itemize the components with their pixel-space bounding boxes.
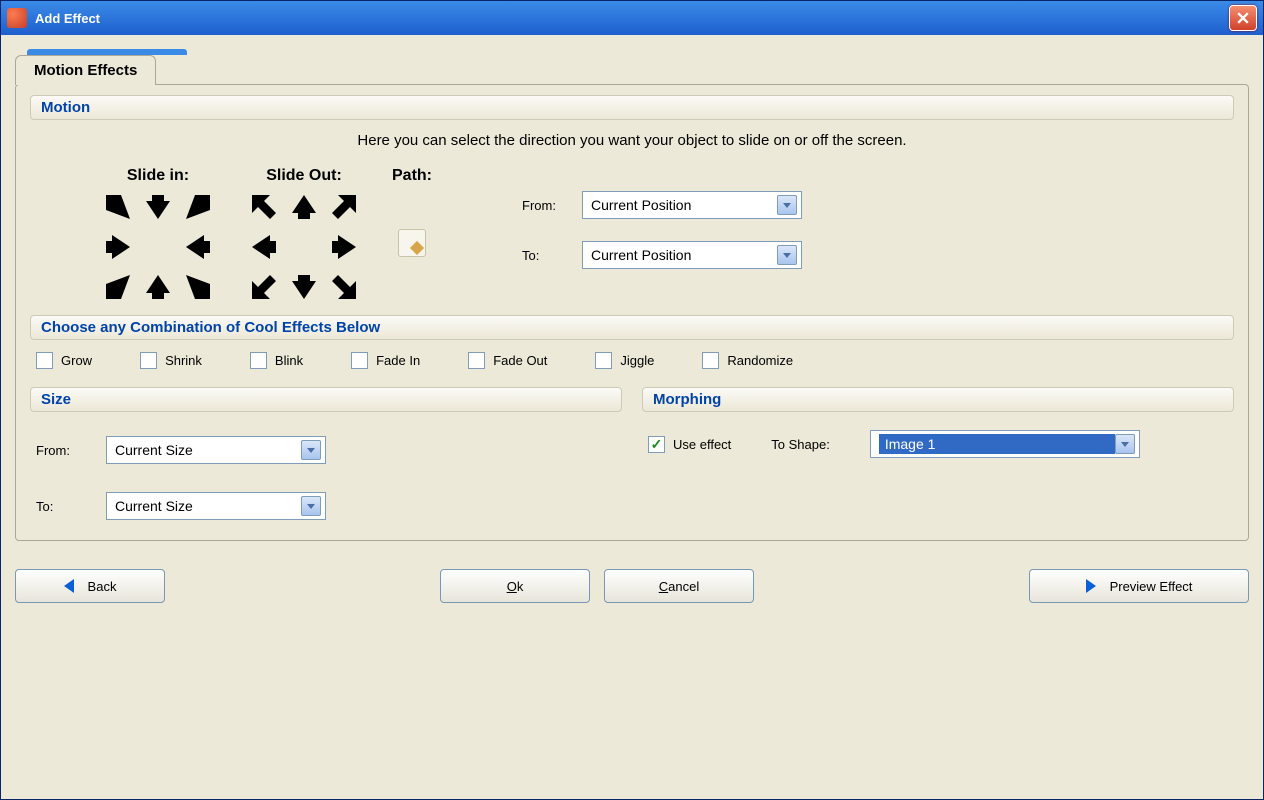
checkbox-blink[interactable]: Blink bbox=[250, 352, 303, 369]
slide-out-top-right[interactable] bbox=[326, 189, 362, 225]
slide-out-right[interactable] bbox=[326, 229, 362, 265]
checkbox-jiggle[interactable]: Jiggle bbox=[595, 352, 654, 369]
size-to-label: To: bbox=[36, 499, 106, 514]
slide-in-bottom-left[interactable] bbox=[100, 269, 136, 305]
slide-out-bottom-right[interactable] bbox=[326, 269, 362, 305]
slide-in-right[interactable] bbox=[180, 229, 216, 265]
slide-in-top-left[interactable] bbox=[100, 189, 136, 225]
window-title: Add Effect bbox=[35, 11, 100, 26]
slide-in-top[interactable] bbox=[140, 189, 176, 225]
path-edit-icon[interactable] bbox=[398, 229, 426, 257]
slide-in-left[interactable] bbox=[100, 229, 136, 265]
checkbox-grow[interactable]: Grow bbox=[36, 352, 92, 369]
chevron-down-icon bbox=[777, 195, 797, 215]
size-to-dropdown[interactable]: Current Size bbox=[106, 492, 326, 520]
size-from-label: From: bbox=[36, 443, 106, 458]
size-to-value: Current Size bbox=[115, 498, 301, 514]
cancel-button[interactable]: Cancel bbox=[604, 569, 754, 603]
path-label: Path: bbox=[392, 167, 432, 185]
play-icon bbox=[1086, 579, 1096, 593]
motion-description: Here you can select the direction you wa… bbox=[30, 132, 1234, 149]
chevron-down-icon bbox=[1115, 434, 1135, 454]
slide-out-top[interactable] bbox=[286, 189, 322, 225]
checkbox-icon bbox=[351, 352, 368, 369]
chevron-down-icon bbox=[301, 440, 321, 460]
section-motion-header: Motion bbox=[30, 95, 1234, 120]
checkbox-use-effect[interactable]: Use effect bbox=[648, 436, 731, 453]
checkbox-icon bbox=[595, 352, 612, 369]
checkbox-icon bbox=[702, 352, 719, 369]
motion-from-label: From: bbox=[522, 198, 582, 213]
checkbox-icon bbox=[468, 352, 485, 369]
motion-to-value: Current Position bbox=[591, 247, 777, 263]
checkbox-icon bbox=[36, 352, 53, 369]
slide-out-left[interactable] bbox=[246, 229, 282, 265]
slide-in-top-right[interactable] bbox=[180, 189, 216, 225]
tab-motion-effects[interactable]: Motion Effects bbox=[15, 55, 156, 85]
titlebar: Add Effect bbox=[1, 1, 1263, 35]
preview-effect-button[interactable]: Preview Effect bbox=[1029, 569, 1249, 603]
checkbox-fade-in[interactable]: Fade In bbox=[351, 352, 420, 369]
motion-from-value: Current Position bbox=[591, 197, 777, 213]
slide-out-label: Slide Out: bbox=[246, 167, 362, 185]
slide-in-label: Slide in: bbox=[100, 167, 216, 185]
slide-out-bottom-left[interactable] bbox=[246, 269, 282, 305]
section-size-header: Size bbox=[30, 387, 622, 412]
checkbox-icon bbox=[648, 436, 665, 453]
close-button[interactable] bbox=[1229, 5, 1257, 31]
chevron-down-icon bbox=[301, 496, 321, 516]
slide-out-grid bbox=[246, 189, 362, 305]
motion-to-dropdown[interactable]: Current Position bbox=[582, 241, 802, 269]
chevron-down-icon bbox=[777, 245, 797, 265]
slide-in-grid bbox=[100, 189, 216, 305]
size-from-value: Current Size bbox=[115, 442, 301, 458]
slide-out-bottom[interactable] bbox=[286, 269, 322, 305]
motion-from-dropdown[interactable]: Current Position bbox=[582, 191, 802, 219]
slide-in-bottom[interactable] bbox=[140, 269, 176, 305]
app-icon bbox=[7, 8, 27, 28]
motion-to-label: To: bbox=[522, 248, 582, 263]
to-shape-value: Image 1 bbox=[879, 434, 1115, 454]
ok-button[interactable]: Ok bbox=[440, 569, 590, 603]
back-button[interactable]: Back bbox=[15, 569, 165, 603]
checkbox-fade-out[interactable]: Fade Out bbox=[468, 352, 547, 369]
slide-out-top-left[interactable] bbox=[246, 189, 282, 225]
to-shape-dropdown[interactable]: Image 1 bbox=[870, 430, 1140, 458]
section-morphing-header: Morphing bbox=[642, 387, 1234, 412]
checkbox-randomize[interactable]: Randomize bbox=[702, 352, 793, 369]
arrow-left-icon bbox=[64, 579, 74, 593]
section-effects-header: Choose any Combination of Cool Effects B… bbox=[30, 315, 1234, 340]
size-from-dropdown[interactable]: Current Size bbox=[106, 436, 326, 464]
slide-in-center bbox=[140, 229, 176, 265]
checkbox-shrink[interactable]: Shrink bbox=[140, 352, 202, 369]
to-shape-label: To Shape: bbox=[771, 437, 830, 452]
checkbox-icon bbox=[140, 352, 157, 369]
checkbox-icon bbox=[250, 352, 267, 369]
slide-in-bottom-right[interactable] bbox=[180, 269, 216, 305]
slide-out-center bbox=[286, 229, 322, 265]
